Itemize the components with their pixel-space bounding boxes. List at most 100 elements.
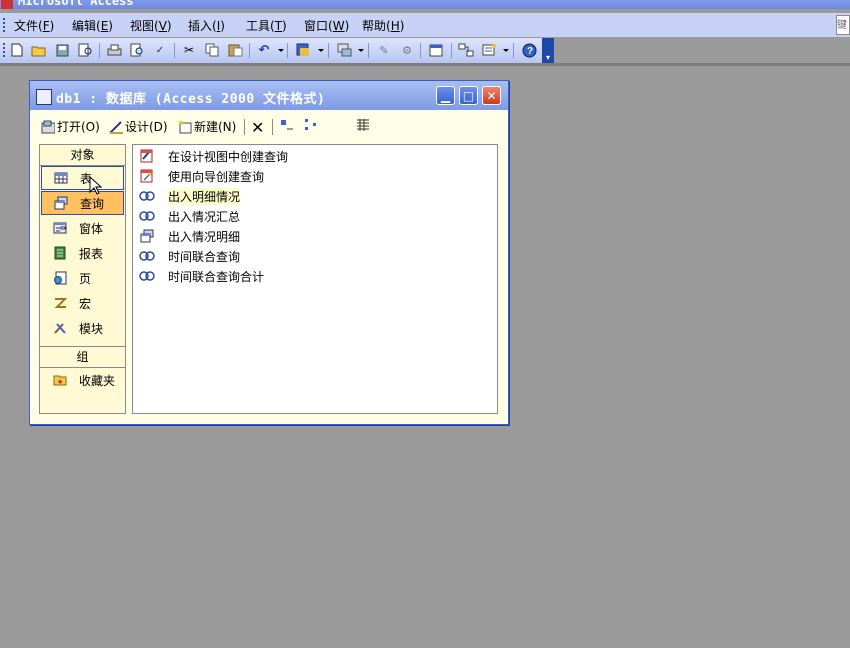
objects-header[interactable]: 对象 [40,145,125,166]
spelling-icon[interactable]: ✓ [152,42,168,58]
object-label: 页 [79,271,92,286]
large-icons-button[interactable] [279,118,293,132]
object-label: 模块 [79,321,104,336]
list-item-label: 出入情况汇总 [168,209,241,224]
group-label: 收藏夹 [79,373,116,388]
toolbar-separator [420,43,421,58]
small-icons-button[interactable] [304,118,318,132]
menu-tools[interactable]: 工具(T) [246,17,287,34]
groups-header[interactable]: 组 [40,346,125,368]
new-object-icon[interactable] [481,42,497,58]
maximize-icon[interactable]: □ [459,86,478,105]
toolbar-separator [244,119,245,135]
code-icon[interactable]: ✎ [376,42,392,58]
new-button[interactable]: 新建(N) [178,118,236,135]
print-icon[interactable] [106,42,122,58]
design-button[interactable]: 设计(D) [109,118,168,135]
properties-icon[interactable] [428,42,444,58]
object-queries[interactable]: 查询 [41,191,124,215]
object-reports[interactable]: 报表 [41,241,124,265]
relationships-icon[interactable] [458,42,474,58]
new-label: 新建(N) [194,120,237,134]
list-item[interactable]: 使用向导创建查询 [139,167,264,185]
new-file-icon[interactable] [9,42,25,58]
minimize-icon[interactable]: ▁ [436,86,455,105]
list-item[interactable]: 出入情况汇总 [139,207,240,225]
database-icon [36,89,52,105]
list-item[interactable]: 出入情况明细 [139,227,240,245]
svg-text:?: ? [527,46,533,57]
union-query-icon [139,271,155,281]
delete-button[interactable]: ✕ [251,118,264,137]
toolbar-separator [249,43,250,58]
union-query-icon [139,251,155,261]
open-icon [41,120,55,133]
list-item[interactable]: 时间联合查询 [139,247,240,265]
svg-text:★: ★ [57,378,63,386]
copy-icon[interactable] [204,42,220,58]
object-forms[interactable]: 窗体 [41,216,124,240]
object-pages[interactable]: 页 [41,266,124,290]
menu-file[interactable]: 文件(F) [14,17,54,34]
toolbar-separator [513,43,514,58]
large-icons-icon [281,120,293,130]
cut-icon[interactable]: ✂ [181,42,197,58]
menubar-grip[interactable] [3,18,7,32]
form-icon [53,222,67,234]
open-button[interactable]: 打开(O) [41,118,100,135]
details-view-button[interactable] [355,118,369,132]
office-links-dropdown-icon[interactable] [318,49,324,52]
save-icon[interactable] [54,42,70,58]
menu-view[interactable]: 视图(V) [130,17,172,34]
object-label: 报表 [79,246,104,261]
menu-help[interactable]: 帮助(H) [362,17,404,34]
close-icon[interactable]: ✕ [482,86,501,105]
delete-icon: ✕ [251,118,265,137]
group-favorites[interactable]: ★ 收藏夹 [41,368,124,392]
toolbar-separator [287,43,288,58]
query-icon [54,196,68,210]
toolbar-grip[interactable] [3,43,5,57]
toolbar-bottom-border [0,63,850,66]
list-item[interactable]: 出入明细情况 [139,187,241,205]
database-toolbar: 打开(O) 设计(D) 新建(N) ✕ [38,115,498,170]
list-item-label: 出入情况明细 [168,229,241,244]
toolbar-options-chevron-icon[interactable]: ▾ [542,38,554,63]
file-search-icon[interactable] [77,42,93,58]
paste-icon[interactable] [227,42,243,58]
print-preview-icon[interactable] [129,42,145,58]
toolbar-separator [174,43,175,58]
undo-dropdown-icon[interactable] [278,49,284,52]
standard-toolbar: ✓ ✂ ↶ ✎ ⚙ ? ▾ [0,38,554,64]
toolbar-separator [99,43,100,58]
table-icon [54,172,68,184]
union-query-icon [139,211,155,221]
object-tables[interactable]: 表 [41,166,124,190]
app-title-bar: Microsoft Access [0,0,850,9]
object-label: 查询 [80,196,105,211]
undo-icon[interactable]: ↶ [256,42,272,58]
toolbar-separator [328,43,329,58]
objects-pane: 对象 表 查询 窗体 报表 页 宏 模块 组 ★ 收藏夹 [39,144,126,414]
favorites-folder-icon: ★ [53,375,67,386]
design-icon [109,120,123,134]
report-icon [54,246,66,260]
analyze-icon[interactable] [336,42,352,58]
help-icon[interactable]: ? [521,42,537,58]
new-object-dropdown-icon[interactable] [503,49,509,52]
union-query-icon [139,191,155,201]
script-icon[interactable]: ⚙ [399,42,415,58]
open-folder-icon[interactable] [31,42,47,58]
ask-question-box[interactable]: 键 [836,15,850,35]
menu-insert[interactable]: 插入(I) [188,17,225,34]
menu-edit[interactable]: 编辑(E) [72,17,113,34]
analyze-dropdown-icon[interactable] [358,49,364,52]
database-window-titlebar[interactable]: db1 : 数据库 (Access 2000 文件格式) ▁ □ ✕ [30,81,508,110]
office-links-icon[interactable] [295,42,311,58]
list-item[interactable]: 在设计视图中创建查询 [139,147,288,165]
menu-window[interactable]: 窗口(W) [304,17,349,34]
object-macros[interactable]: 宏 [41,291,124,315]
object-modules[interactable]: 模块 [41,316,124,340]
list-item[interactable]: 时间联合查询合计 [139,267,264,285]
database-window-title: db1 : 数据库 (Access 2000 文件格式) [56,92,326,107]
